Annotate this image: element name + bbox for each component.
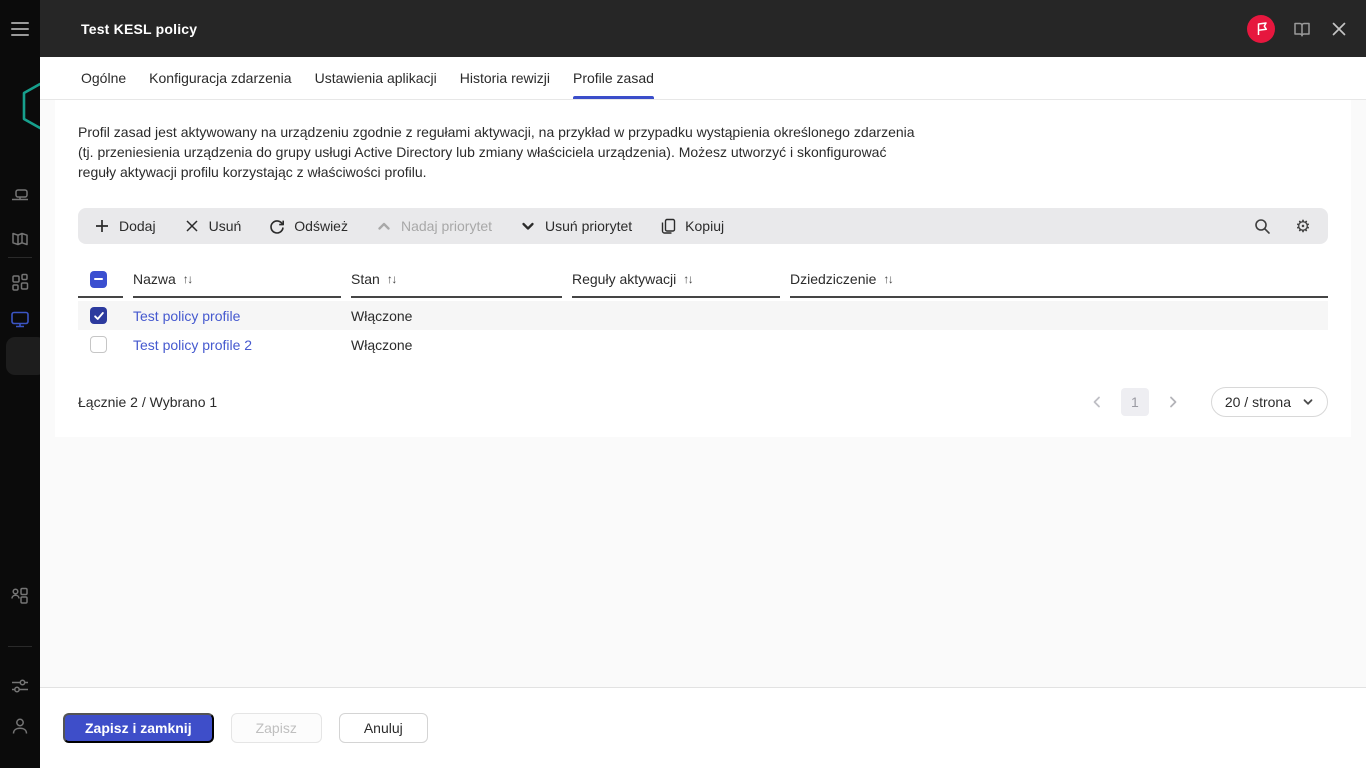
column-header-reguly-aktywacji[interactable]: Reguły aktywacji ↑↓ xyxy=(572,262,780,298)
row-checkbox[interactable] xyxy=(90,336,107,353)
account-icon[interactable] xyxy=(10,716,30,736)
help-book-icon[interactable] xyxy=(1292,19,1312,39)
chevron-up-icon xyxy=(375,217,393,235)
copy-icon xyxy=(659,217,677,235)
sort-icon: ↑↓ xyxy=(683,272,692,286)
refresh-icon xyxy=(268,217,286,235)
policy-properties-window: Test KESL policy Ogólne Konfiguracja zda… xyxy=(40,0,1366,768)
policy-tabbar: Ogólne Konfiguracja zdarzenia Ustawienia… xyxy=(40,57,1366,100)
reports-icon[interactable] xyxy=(10,229,30,249)
discovery-deployment-icon[interactable] xyxy=(10,186,30,206)
plus-icon xyxy=(93,217,111,235)
sort-icon: ↑↓ xyxy=(183,272,192,286)
tab-profile-zasad[interactable]: Profile zasad xyxy=(573,57,654,99)
profile-state: Włączone xyxy=(351,308,562,324)
table-header-row: Nazwa ↑↓ Stan ↑↓ Reguły aktywacji ↑↓ Dzi… xyxy=(78,262,1328,298)
profile-state: Włączone xyxy=(351,337,562,353)
profile-name-link[interactable]: Test policy profile 2 xyxy=(133,337,252,353)
gear-icon: ⚙ xyxy=(1295,218,1310,235)
tab-ustawienia-aplikacji[interactable]: Ustawienia aplikacji xyxy=(315,57,437,99)
column-header-stan[interactable]: Stan ↑↓ xyxy=(351,262,562,298)
profiles-table: Nazwa ↑↓ Stan ↑↓ Reguły aktywacji ↑↓ Dzi… xyxy=(78,262,1328,359)
save-and-close-button[interactable]: Zapisz i zamknij xyxy=(63,713,214,743)
assets-grid-icon[interactable] xyxy=(10,272,30,292)
header-checkbox-cell[interactable] xyxy=(78,262,123,298)
column-header-nazwa[interactable]: Nazwa ↑↓ xyxy=(133,262,341,298)
search-icon xyxy=(1253,217,1271,235)
tab-content: Profil zasad jest aktywowany na urządzen… xyxy=(40,100,1366,687)
select-all-checkbox[interactable] xyxy=(90,271,107,288)
tab-historia-rewizji[interactable]: Historia rewizji xyxy=(460,57,550,99)
column-settings-button[interactable]: ⚙ xyxy=(1293,216,1313,236)
row-checkbox-cell[interactable] xyxy=(78,336,123,353)
menu-icon[interactable] xyxy=(11,22,29,36)
profiles-description: Profil zasad jest aktywowany na urządzen… xyxy=(78,122,926,182)
close-icon[interactable] xyxy=(1329,19,1349,39)
refresh-button[interactable]: Odśwież xyxy=(268,217,348,235)
sidebar-active-item[interactable] xyxy=(6,337,40,375)
prev-page-chevron-icon xyxy=(1089,394,1105,410)
tab-ogolne[interactable]: Ogólne xyxy=(81,57,126,99)
settings-sliders-icon[interactable] xyxy=(10,676,30,696)
sort-icon: ↑↓ xyxy=(387,272,396,286)
window-title: Test KESL policy xyxy=(81,21,197,37)
window-titlebar: Test KESL policy xyxy=(40,0,1366,57)
table-row: Test policy profile 2 Włączone xyxy=(78,330,1328,359)
chevron-down-icon xyxy=(1302,396,1314,408)
cross-icon xyxy=(183,217,201,235)
table-row: Test policy profile Włączone xyxy=(78,301,1328,330)
sort-icon: ↑↓ xyxy=(883,272,892,286)
dialog-footer: Zapisz i zamknij Zapisz Anuluj xyxy=(40,687,1366,768)
row-checkbox-cell[interactable] xyxy=(78,307,123,324)
sidebar-divider xyxy=(8,646,32,647)
profiles-toolbar: Dodaj Usuń Odśwież Nadaj priorytet xyxy=(78,208,1328,244)
next-page-chevron-icon xyxy=(1165,394,1181,410)
policy-profiles-panel: Profil zasad jest aktywowany na urządzen… xyxy=(55,100,1351,437)
page-size-select[interactable]: 20 / strona xyxy=(1211,387,1328,417)
selection-summary: Łącznie 2 / Wybrano 1 xyxy=(78,394,217,410)
sidebar-divider xyxy=(8,257,32,258)
pagination-bar: Łącznie 2 / Wybrano 1 1 20 / strona xyxy=(78,387,1328,417)
kaspersky-flag-badge-icon[interactable] xyxy=(1247,15,1275,43)
app-sidebar xyxy=(0,0,40,768)
tab-konfiguracja-zdarzenia[interactable]: Konfiguracja zdarzenia xyxy=(149,57,291,99)
column-header-dziedziczenie[interactable]: Dziedziczenie ↑↓ xyxy=(790,262,1328,298)
page-number-button[interactable]: 1 xyxy=(1121,388,1149,416)
remove-priority-button[interactable]: Usuń priorytet xyxy=(519,217,632,235)
save-button: Zapisz xyxy=(231,713,322,743)
chevron-down-icon xyxy=(519,217,537,235)
cancel-button[interactable]: Anuluj xyxy=(339,713,428,743)
add-button[interactable]: Dodaj xyxy=(93,217,156,235)
copy-button[interactable]: Kopiuj xyxy=(659,217,724,235)
kaspersky-logo-icon xyxy=(22,82,40,130)
row-checkbox[interactable] xyxy=(90,307,107,324)
set-priority-button: Nadaj priorytet xyxy=(375,217,492,235)
search-button[interactable] xyxy=(1252,216,1272,236)
delete-button[interactable]: Usuń xyxy=(183,217,242,235)
profile-name-link[interactable]: Test policy profile xyxy=(133,308,240,324)
devices-monitor-icon[interactable] xyxy=(10,309,30,329)
users-roles-icon[interactable] xyxy=(10,586,30,606)
